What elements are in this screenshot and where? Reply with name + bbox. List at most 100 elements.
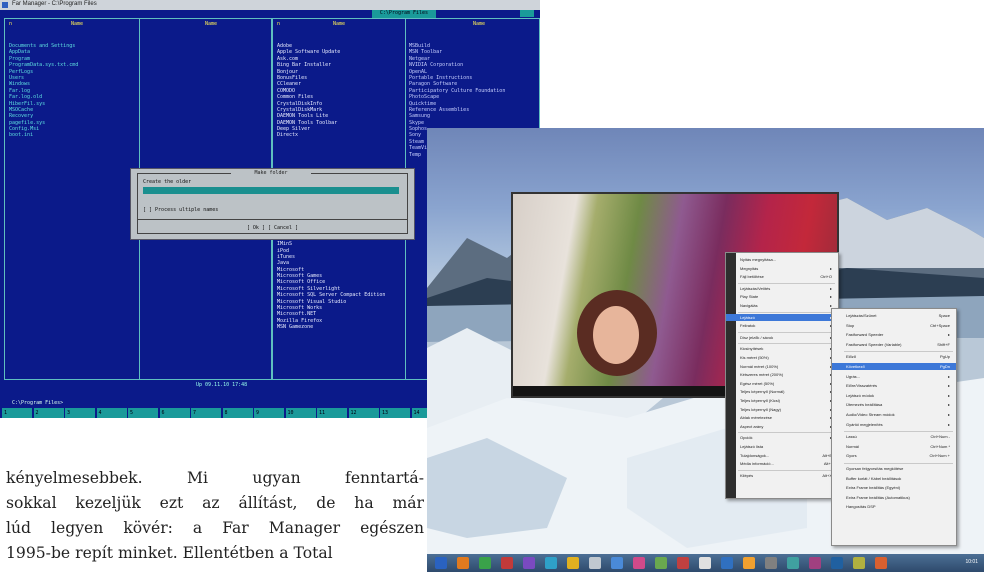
taskbar-app-icon[interactable] (831, 557, 843, 569)
context-menu-main[interactable]: Nyitás megnyitása... Megnyitás ▸ Fájl betöl… (725, 252, 839, 499)
taskbar-app-icon[interactable] (633, 557, 645, 569)
function-key-button[interactable]: 6 (159, 408, 190, 418)
taskbar-app-icon[interactable] (457, 557, 469, 569)
function-key-label: 1 (4, 410, 8, 416)
taskbar-app-icon[interactable] (765, 557, 777, 569)
menu-item[interactable]: Gyors Ctrl+Num + (832, 452, 956, 459)
menu-item[interactable]: Kilépés Alt+X (726, 472, 838, 479)
taskbar-app-icon[interactable] (743, 557, 755, 569)
menu-item[interactable]: Előző PgUp (832, 353, 956, 360)
menu-item[interactable]: Nyitás megnyitása... (726, 256, 838, 263)
menu-item[interactable]: Normál méret (100%)▸ (726, 363, 838, 370)
function-key-label: 4 (98, 410, 102, 416)
menu-item[interactable]: Ugrás... ▸ (832, 373, 956, 380)
taskbar-app-icon[interactable] (523, 557, 535, 569)
menu-item[interactable]: Navigálás ▸ (726, 302, 838, 309)
menu-item[interactable]: Fájl betöltése Ctrl+O (726, 273, 838, 280)
menu-item-shortcut: ▸ (947, 421, 950, 427)
menu-item[interactable]: Következő PgDn (832, 363, 956, 370)
menu-item[interactable]: Teljes képernyő (Normál)▸ (726, 388, 838, 395)
taskbar-app-icon[interactable] (589, 557, 601, 569)
function-key-button[interactable]: 13 (380, 408, 410, 418)
file-list-item[interactable]: MSN Gamezone (277, 324, 385, 330)
function-key-button[interactable]: 2 (33, 408, 64, 418)
dialog-buttons[interactable]: [ Ok ] [ Cancel ] (131, 225, 414, 231)
folder-name-input[interactable] (143, 187, 399, 194)
function-key-button[interactable]: 7 (191, 408, 221, 418)
menu-item-label: Aspect arány (740, 423, 764, 429)
function-key-label: 13 (382, 410, 389, 416)
context-menu-submenu[interactable]: Lejátszás/Szünet Space Stop Ctrl+Space Fastf… (831, 308, 957, 546)
menu-item[interactable]: Play State ▸ (726, 293, 838, 300)
taskbar-app-icon[interactable] (875, 557, 887, 569)
menu-item[interactable]: Lejátszó▸ (726, 313, 838, 321)
taskbar-app-icon[interactable] (677, 557, 689, 569)
function-key-button[interactable]: 11 (317, 408, 347, 418)
process-multiple-names-checkbox[interactable]: [ ] Process ultiple names (143, 207, 218, 213)
menu-item[interactable]: Egész méret (50%)▸ (726, 380, 838, 387)
function-key-label: 8 (224, 410, 228, 416)
menu-item[interactable]: Kétszeres méret (200%)▸ (726, 371, 838, 378)
menu-item-label: Gyártói megjelenítés (846, 421, 883, 427)
menu-item-label: Audio/Video Stream módok (846, 412, 895, 417)
menu-item-label: Kilépés (740, 472, 754, 478)
menu-item[interactable]: Audio/Video Stream módok ▸ (832, 411, 956, 418)
file-list-item[interactable]: Microsoft SQL Server Compact Edition (277, 292, 385, 298)
menu-item[interactable]: Ablak méretezése▸ (726, 414, 838, 421)
menu-item-shortcut: ▸ (947, 383, 950, 389)
taskbar-app-icon[interactable] (545, 557, 557, 569)
menu-item[interactable]: Fastforward Speeder ▸ (832, 331, 956, 338)
taskbar-app-icon[interactable] (611, 557, 623, 569)
menu-item[interactable]: Kicsinyítések▸ (726, 345, 838, 352)
function-key-button[interactable]: 8 (222, 408, 253, 418)
function-key-button[interactable]: 4 (96, 408, 127, 418)
menu-item[interactable]: Extra Frame beállítás (Automatikus) (832, 494, 956, 501)
menu-item[interactable]: Gyártói megjelenítés ▸ (832, 421, 956, 428)
menu-item[interactable]: Stop Ctrl+Space (832, 322, 956, 329)
menu-item[interactable]: Lassú Ctrl+Num - (832, 433, 956, 440)
menu-item-shortcut: PgDn (939, 364, 950, 369)
taskbar-app-icon[interactable] (787, 557, 799, 569)
menu-item[interactable]: Teljes képernyő (Kicsi)▸ (726, 397, 838, 404)
menu-item[interactable]: Lejátszó lista (726, 443, 838, 450)
far-left-file-list[interactable]: Documents and Settings AppData Program Prog… (9, 43, 78, 139)
file-list-item[interactable]: boot.ini (9, 132, 78, 138)
menu-item[interactable]: Kis méret (50%)▸ (726, 354, 838, 361)
menu-item[interactable]: Előre/Visszatérés ▸ (832, 382, 956, 389)
taskbar-app-icon[interactable] (853, 557, 865, 569)
taskbar-app-icon[interactable] (809, 557, 821, 569)
function-key-button[interactable]: 3 (65, 408, 95, 418)
menu-item[interactable]: Megnyitás ▸ (726, 265, 838, 272)
taskbar-app-icon[interactable] (699, 557, 711, 569)
taskbar-app-icon[interactable] (501, 557, 513, 569)
taskbar-app-icon[interactable] (435, 557, 447, 569)
menu-item[interactable]: Média információ... Alt+I (726, 460, 838, 467)
menu-item[interactable]: Tulajdonságok... Alt+E (726, 452, 838, 459)
menu-item[interactable]: Buffer korlát / Kábel beállítások (832, 475, 956, 482)
menu-item[interactable]: Teljes képernyő (Nagy)▸ (726, 406, 838, 413)
menu-item[interactable]: Extra Frame beállítás (Egyéni) (832, 484, 956, 491)
menu-item[interactable]: Dísz jelzők / sávok▸ (726, 334, 838, 341)
menu-item[interactable]: Fastforward Speeder (Variable) Shift+F (832, 341, 956, 348)
taskbar-app-icon[interactable] (479, 557, 491, 569)
menu-item[interactable]: Lejátszás/Vetítés ▸ (726, 285, 838, 292)
menu-item[interactable]: Aspect arány▸ (726, 423, 838, 430)
menu-item[interactable]: Ütemezés beállítása ▸ (832, 401, 956, 408)
menu-item[interactable]: Feliratok▸ (726, 322, 838, 329)
function-key-button[interactable]: 9 (254, 408, 284, 418)
menu-item[interactable]: Lejátszó módok ▸ (832, 392, 956, 399)
menu-item[interactable]: Normál Ctrl+Num * (832, 443, 956, 450)
taskbar-app-icon[interactable] (567, 557, 579, 569)
taskbar-app-icon[interactable] (721, 557, 733, 569)
function-key-button[interactable]: 5 (128, 408, 158, 418)
function-key-button[interactable]: 12 (348, 408, 379, 418)
taskbar-clock[interactable]: 10:01 (965, 559, 978, 565)
function-key-button[interactable]: 10 (285, 408, 316, 418)
menu-item[interactable]: Lejátszás/Szünet Space (832, 312, 956, 319)
file-list-item[interactable]: ProgramData.sys.txt.cmd (9, 62, 78, 68)
menu-item[interactable]: Opciók▸ (726, 434, 838, 441)
taskbar-app-icon[interactable] (655, 557, 667, 569)
menu-item[interactable]: Gyorsan felgyorsítás megkötése (832, 465, 956, 472)
function-key-button[interactable]: 1 (2, 408, 32, 418)
menu-item[interactable]: Hangosítás DSP (832, 503, 956, 510)
